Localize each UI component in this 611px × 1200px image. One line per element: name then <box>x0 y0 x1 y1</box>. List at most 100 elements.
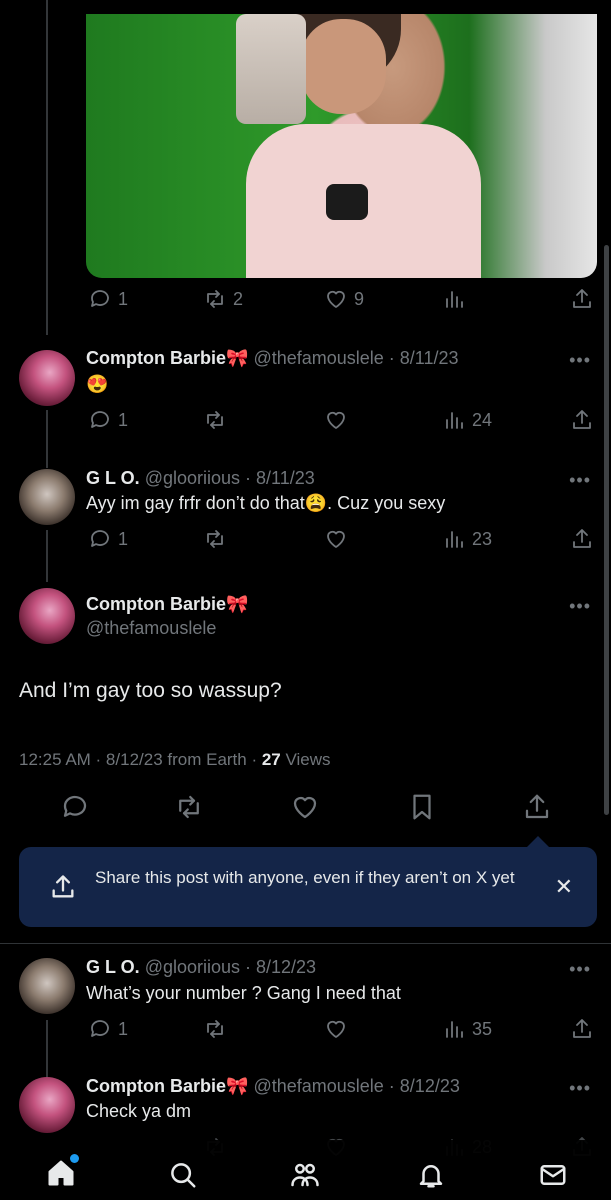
like-button[interactable] <box>324 1017 348 1041</box>
notification-dot <box>70 1154 79 1163</box>
views-button[interactable]: 24 <box>442 408 492 432</box>
like-button[interactable] <box>324 408 348 432</box>
repost-icon <box>207 290 223 308</box>
bookmark-button[interactable] <box>407 792 437 822</box>
like-count: 9 <box>354 288 365 309</box>
reply-actions: 1 23 <box>0 527 611 557</box>
views-icon <box>446 1021 463 1038</box>
more-options-button[interactable]: ••• <box>569 350 591 371</box>
avatar[interactable] <box>19 1077 75 1133</box>
reply-header: Compton Barbie🎀 @thefamouslele · 8/11/23 <box>86 348 459 369</box>
views-icon <box>446 531 463 548</box>
nav-messages[interactable] <box>538 1160 568 1195</box>
repost-icon <box>207 411 223 429</box>
repost-button[interactable] <box>174 792 204 822</box>
display-name[interactable]: G L O. <box>86 468 140 488</box>
share-icon <box>573 529 591 548</box>
reply-icon <box>91 1020 109 1037</box>
reply-button[interactable]: 1 <box>88 287 128 311</box>
reply-text: What’s your number ? Gang I need that <box>86 983 401 1003</box>
reply-button[interactable] <box>60 792 90 822</box>
reply-count: 1 <box>118 288 129 309</box>
reply-icon <box>91 530 109 547</box>
handle-date[interactable]: @thefamouslele · 8/12/23 <box>253 1076 459 1096</box>
avatar[interactable] <box>19 588 75 644</box>
repost-icon <box>179 795 199 819</box>
views-icon <box>446 291 463 308</box>
reply-count: 1 <box>118 409 129 430</box>
bow-emoji: 🎀 <box>226 1076 249 1096</box>
reply-button[interactable]: 1 <box>88 408 128 432</box>
repost-button[interactable]: 2 <box>203 287 243 311</box>
views-icon <box>446 412 463 429</box>
communities-icon <box>291 1163 319 1187</box>
handle-date[interactable]: @glooriious · 8/11/23 <box>145 468 315 488</box>
views-button[interactable]: 23 <box>442 527 492 551</box>
avatar[interactable] <box>19 958 75 1014</box>
display-name[interactable]: Compton Barbie <box>86 1076 226 1096</box>
share-button[interactable] <box>570 527 594 551</box>
reply-actions: 1 35 <box>0 1017 611 1047</box>
main-post-actions <box>0 792 611 822</box>
display-name[interactable]: Compton Barbie <box>86 348 226 368</box>
views-count: 24 <box>472 409 493 430</box>
heart-icon <box>327 530 345 548</box>
handle-date[interactable]: @glooriious · 8/12/23 <box>145 957 316 977</box>
share-icon <box>52 875 74 898</box>
reply-button[interactable]: 1 <box>88 1017 128 1041</box>
repost-count: 2 <box>233 288 244 309</box>
display-name[interactable]: Compton Barbie <box>86 594 226 614</box>
share-icon <box>573 289 591 308</box>
like-button[interactable]: 9 <box>324 287 364 311</box>
bow-emoji: 🎀 <box>226 594 249 614</box>
share-icon <box>525 794 549 819</box>
reply-actions: 1 24 <box>0 408 611 438</box>
nav-communities[interactable] <box>290 1160 320 1195</box>
post-photo[interactable] <box>86 14 597 278</box>
share-banner-text: Share this post with anyone, even if the… <box>95 868 515 887</box>
reply-header: Compton Barbie🎀 @thefamouslele · 8/12/23 <box>86 1076 460 1097</box>
avatar[interactable] <box>19 350 75 406</box>
repost-icon <box>207 1020 223 1038</box>
handle[interactable]: @thefamouslele <box>86 618 216 639</box>
more-options-button[interactable]: ••• <box>569 470 591 491</box>
more-options-button[interactable]: ••• <box>569 596 591 617</box>
reply-icon <box>91 411 109 428</box>
like-button[interactable] <box>324 527 348 551</box>
tweet-actions: 1 2 9 <box>0 287 611 317</box>
more-options-button[interactable]: ••• <box>569 959 591 980</box>
repost-button[interactable] <box>203 408 227 432</box>
reply-text: Ayy im gay frfr don’t do that😩. Cuz you … <box>86 493 446 513</box>
heart-icon <box>327 290 345 308</box>
share-banner[interactable]: Share this post with anyone, even if the… <box>19 847 597 927</box>
share-button[interactable] <box>570 408 594 432</box>
repost-button[interactable] <box>203 1017 227 1041</box>
post-meta: 12:25 AM · 8/12/23 from Earth · 27 Views <box>19 750 331 770</box>
nav-search[interactable] <box>168 1160 198 1195</box>
more-options-button[interactable]: ••• <box>569 1078 591 1099</box>
reply-icon <box>63 795 87 817</box>
notifications-icon <box>419 1165 443 1188</box>
nav-home[interactable] <box>46 1154 79 1193</box>
post-timestamp[interactable]: 12:25 AM · 8/12/23 from Earth · <box>19 750 262 769</box>
like-button[interactable] <box>290 792 320 822</box>
share-button[interactable] <box>570 287 594 311</box>
share-button[interactable] <box>522 792 552 822</box>
share-icon <box>573 410 591 429</box>
bow-emoji: 🎀 <box>226 348 249 368</box>
main-post-text: And I’m gay too so wassup? <box>19 679 282 702</box>
bottom-nav <box>0 1140 611 1200</box>
views-count: 35 <box>472 1018 493 1039</box>
nav-notifications[interactable] <box>416 1160 446 1195</box>
repost-button[interactable] <box>203 527 227 551</box>
share-button[interactable] <box>570 1017 594 1041</box>
handle-date[interactable]: @thefamouslele · 8/11/23 <box>253 348 458 368</box>
views-button[interactable] <box>442 287 466 311</box>
messages-icon <box>540 1165 566 1185</box>
scrollbar[interactable] <box>604 245 609 815</box>
reply-button[interactable]: 1 <box>88 527 128 551</box>
display-name[interactable]: G L O. <box>86 957 140 977</box>
avatar[interactable] <box>19 469 75 525</box>
views-button[interactable]: 35 <box>442 1017 492 1041</box>
close-icon[interactable]: ✕ <box>555 874 573 900</box>
